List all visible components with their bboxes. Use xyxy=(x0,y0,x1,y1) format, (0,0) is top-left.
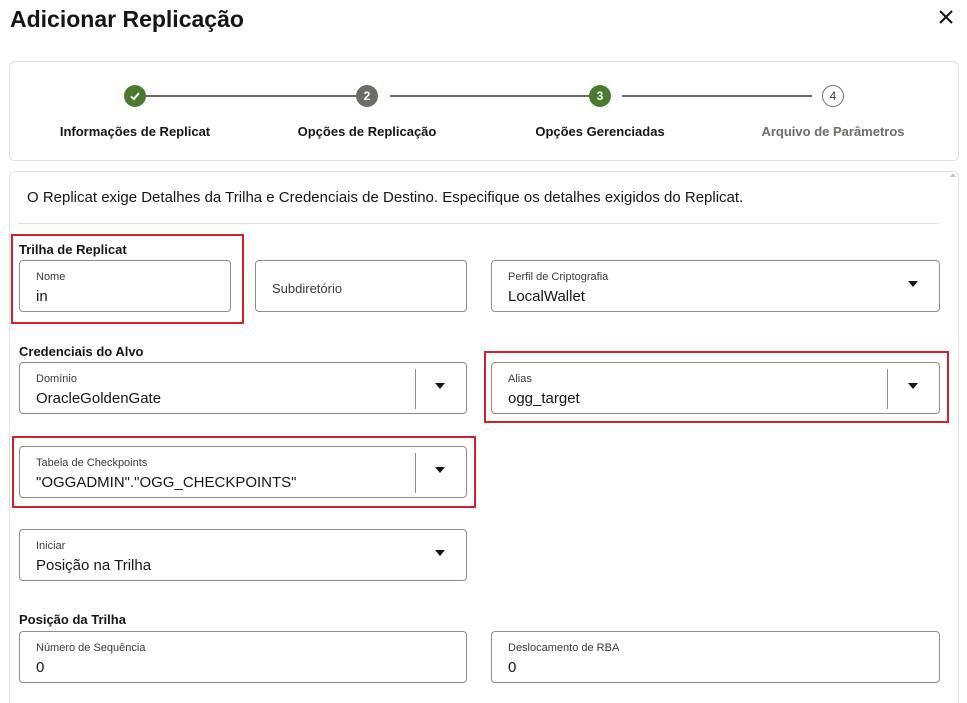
crypto-profile-value: LocalWallet xyxy=(508,288,585,305)
step-1-label[interactable]: Informações de Replicat xyxy=(60,124,210,139)
train-panel xyxy=(9,61,959,161)
domain-label: Domínio xyxy=(36,373,77,385)
start-select[interactable]: Iniciar Posição na Trilha xyxy=(19,529,467,581)
start-label: Iniciar xyxy=(36,540,66,552)
step-4-circle: 4 xyxy=(822,85,844,107)
subdirectory-placeholder: Subdiretório xyxy=(272,281,343,296)
step-2-circle[interactable]: 2 xyxy=(356,85,378,107)
start-value: Posição na Trilha xyxy=(36,557,152,574)
credentials-section-label: Credenciais do Alvo xyxy=(19,344,144,359)
crypto-profile-select[interactable]: Perfil de Criptografia LocalWallet xyxy=(491,260,940,312)
close-icon xyxy=(939,10,953,24)
highlight-checkpoint-table xyxy=(12,436,476,508)
intro-text: O Replicat exige Detalhes da Trilha e Cr… xyxy=(27,189,744,206)
crypto-profile-label: Perfil de Criptografia xyxy=(508,271,609,283)
close-button[interactable] xyxy=(935,6,959,30)
trail-position-section-label: Posição da Trilha xyxy=(19,612,126,627)
sequence-number-value: 0 xyxy=(36,659,45,676)
chevron-down-icon[interactable] xyxy=(435,383,445,389)
train-connector xyxy=(146,95,356,97)
train-connector xyxy=(622,95,812,97)
dialog-title: Adicionar Replicação xyxy=(10,6,244,32)
domain-select[interactable]: Domínio OracleGoldenGate xyxy=(19,362,467,414)
step-1-complete-icon[interactable] xyxy=(124,85,146,107)
sequence-number-label: Número de Sequência xyxy=(36,642,146,654)
train-connector xyxy=(390,95,590,97)
rba-offset-label: Deslocamento de RBA xyxy=(508,642,620,654)
step-3-label[interactable]: Opções Gerenciadas xyxy=(535,124,664,139)
rba-offset-value: 0 xyxy=(508,659,517,676)
field-separator xyxy=(415,369,416,409)
step-4-label: Arquivo de Parâmetros xyxy=(761,124,905,139)
highlight-alias xyxy=(484,351,949,423)
rba-offset-input[interactable]: Deslocamento de RBA 0 xyxy=(491,631,940,683)
scroll-up-arrow-icon[interactable] xyxy=(950,173,956,177)
sequence-number-input[interactable]: Número de Sequência 0 xyxy=(19,631,467,683)
step-3-circle[interactable]: 3 xyxy=(589,85,611,107)
step-2-label[interactable]: Opções de Replicação xyxy=(298,124,437,139)
domain-value: OracleGoldenGate xyxy=(36,390,162,407)
chevron-down-icon[interactable] xyxy=(908,281,918,287)
divider xyxy=(18,223,939,224)
subdirectory-input[interactable]: Subdiretório xyxy=(255,260,467,312)
chevron-down-icon[interactable] xyxy=(435,550,445,556)
highlight-trail-name xyxy=(11,234,244,324)
